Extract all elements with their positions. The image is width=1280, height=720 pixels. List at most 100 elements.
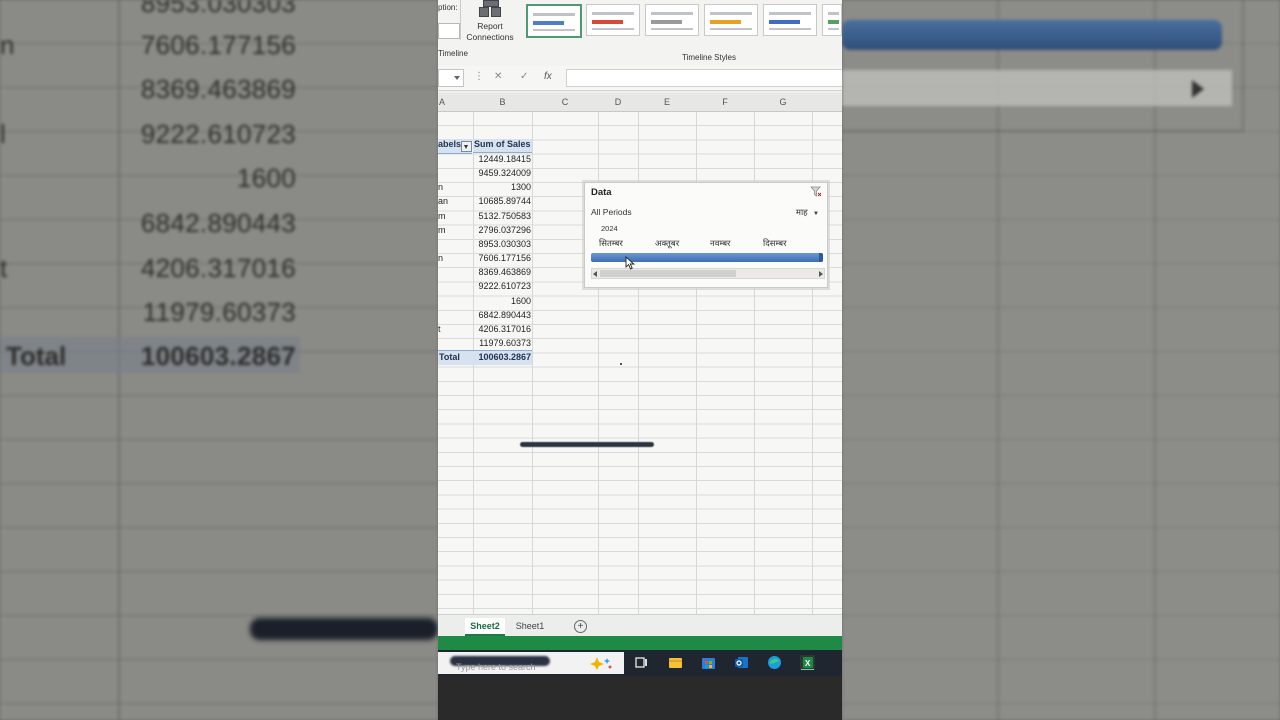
timeline-year: 2024	[601, 224, 618, 233]
timeline-caption-field[interactable]	[438, 23, 460, 39]
timeline-styles-label: Timeline Styles	[682, 53, 736, 62]
timeline-month[interactable]: नवम्बर	[710, 238, 731, 249]
tab-sheet2[interactable]: Sheet2	[465, 618, 505, 636]
background-value: 8953.030303	[140, 0, 296, 18]
column-header-f[interactable]: F	[696, 97, 754, 107]
background-total-label: Total	[6, 341, 67, 371]
report-connections-icon	[479, 0, 501, 18]
time-level-dropdown[interactable]: माह ▼	[796, 207, 819, 218]
pivot-value[interactable]: 10685.89744	[474, 196, 531, 206]
timeline-month[interactable]: दिसम्बर	[763, 238, 787, 249]
taskbar-search-box[interactable]: Type here to search	[438, 652, 624, 674]
pivot-value[interactable]: 12449.18415	[474, 154, 531, 164]
background-total-value: 100603.2867	[140, 341, 296, 371]
background-zoom-right	[842, 0, 1280, 720]
outlook-icon[interactable]	[734, 655, 749, 670]
pivot-row-label[interactable]: t	[438, 324, 441, 334]
name-box[interactable]	[438, 69, 464, 87]
selection-handle[interactable]	[819, 253, 823, 262]
excel-app-icon[interactable]: X	[800, 655, 815, 670]
pivot-value[interactable]: 4206.317016	[474, 324, 531, 334]
sum-of-sales-header: Sum of Sales	[473, 139, 532, 153]
svg-text:X: X	[805, 659, 811, 668]
background-value: 1600	[236, 163, 296, 193]
timeline-style-option[interactable]	[645, 4, 699, 36]
pivot-value[interactable]: 8953.030303	[474, 239, 531, 249]
scroll-left-icon[interactable]	[593, 271, 597, 277]
column-header-c[interactable]: C	[532, 97, 598, 107]
pivot-value[interactable]: 5132.750583	[474, 211, 531, 221]
scroll-right-icon[interactable]	[819, 271, 823, 277]
timeline-month[interactable]: सितम्बर	[599, 238, 623, 249]
redaction-smudge	[250, 618, 438, 640]
column-header-b[interactable]: B	[474, 97, 531, 107]
add-sheet-button[interactable]: +	[574, 620, 587, 633]
pivot-value[interactable]: 2796.037296	[474, 225, 531, 235]
timeline-style-option[interactable]	[704, 4, 758, 36]
formula-bar: ⋮ ✕ ✓ fx	[438, 66, 842, 91]
column-headers: A B C D E F G	[438, 93, 842, 112]
pivot-value[interactable]: 1300	[474, 182, 531, 192]
timeline-style-option[interactable]	[822, 4, 842, 36]
background-label: l	[0, 119, 6, 149]
pivot-value[interactable]: 9459.324009	[474, 168, 531, 178]
background-zoom-left: 8953.030303 7606.177156 8369.463869 9222…	[0, 0, 438, 720]
scroll-thumb[interactable]	[600, 270, 736, 277]
timeline-group-label: Timeline	[438, 49, 468, 58]
timeline-styles-gallery	[524, 4, 842, 38]
edge-browser-icon[interactable]	[767, 655, 782, 670]
background-scroll-arrow-icon	[1192, 80, 1204, 98]
pivot-value[interactable]: 8369.463869	[474, 267, 531, 277]
task-view-icon[interactable]	[634, 655, 649, 670]
background-value: 9222.610723	[140, 119, 296, 149]
grand-total-value: 100603.2867	[478, 352, 531, 362]
name-box-dropdown-icon[interactable]	[454, 76, 460, 80]
column-header-d[interactable]: D	[598, 97, 638, 107]
store-icon[interactable]	[701, 655, 716, 670]
pivot-row-label[interactable]: m	[438, 225, 446, 235]
chevron-down-icon: ▼	[813, 211, 819, 217]
search-placeholder: Type here to search	[456, 662, 536, 672]
pivot-value[interactable]: 7606.177156	[474, 253, 531, 263]
enter-formula-button[interactable]: ✓	[520, 71, 528, 82]
ribbon: ption: Timeline Report Connections Timel…	[438, 0, 842, 67]
insert-function-button[interactable]: fx	[544, 71, 552, 82]
pivot-value[interactable]: 1600	[474, 296, 531, 306]
clear-filter-icon[interactable]	[810, 186, 822, 198]
background-label: n	[0, 30, 15, 60]
pivot-row-label[interactable]: an	[438, 196, 448, 206]
timeline-month[interactable]: अक्तूबर	[655, 238, 679, 249]
pivot-row-label[interactable]: n	[438, 253, 443, 263]
timeline-slicer[interactable]: Data All Periods माह ▼ 2024 सितम्बर अक्त…	[584, 182, 828, 288]
formula-input[interactable]	[566, 69, 842, 87]
pivot-row-label[interactable]: m	[438, 211, 446, 221]
row-labels-header[interactable]: abels	[438, 139, 472, 154]
tab-sheet1[interactable]: Sheet1	[510, 618, 550, 634]
windows-taskbar: Type here to search X	[438, 650, 842, 676]
timeline-style-option[interactable]	[586, 4, 640, 36]
column-header-a[interactable]: A	[438, 97, 446, 107]
pivot-value[interactable]: 11979.60373	[474, 338, 531, 348]
background-value: 7606.177156	[140, 30, 296, 60]
pivot-value[interactable]: 9222.610723	[474, 281, 531, 291]
excel-window: ption: Timeline Report Connections Timel…	[438, 0, 842, 720]
column-header-g[interactable]: G	[754, 97, 812, 107]
pivot-value[interactable]: 6842.890443	[474, 310, 531, 320]
background-timeline-scroll	[842, 70, 1232, 106]
monitor-bezel	[438, 676, 842, 720]
status-bar	[438, 636, 842, 650]
column-header-e[interactable]: E	[638, 97, 696, 107]
background-label: t	[0, 253, 8, 283]
mouse-pointer-icon	[625, 256, 635, 270]
background-value: 6842.890443	[140, 208, 296, 238]
timeline-style-option[interactable]	[763, 4, 817, 36]
timeline-style-option[interactable]	[526, 4, 582, 38]
cancel-formula-button[interactable]: ✕	[494, 71, 502, 82]
sheet-tabs-bar: Sheet2 Sheet1 +	[438, 614, 842, 637]
background-value: 8369.463869	[140, 74, 296, 104]
file-explorer-icon[interactable]	[668, 655, 683, 670]
report-connections-button[interactable]: Report Connections	[462, 0, 518, 46]
all-periods-label: All Periods	[591, 207, 632, 217]
pivot-row-label[interactable]: n	[438, 182, 443, 192]
row-labels-filter-icon[interactable]	[461, 141, 472, 152]
